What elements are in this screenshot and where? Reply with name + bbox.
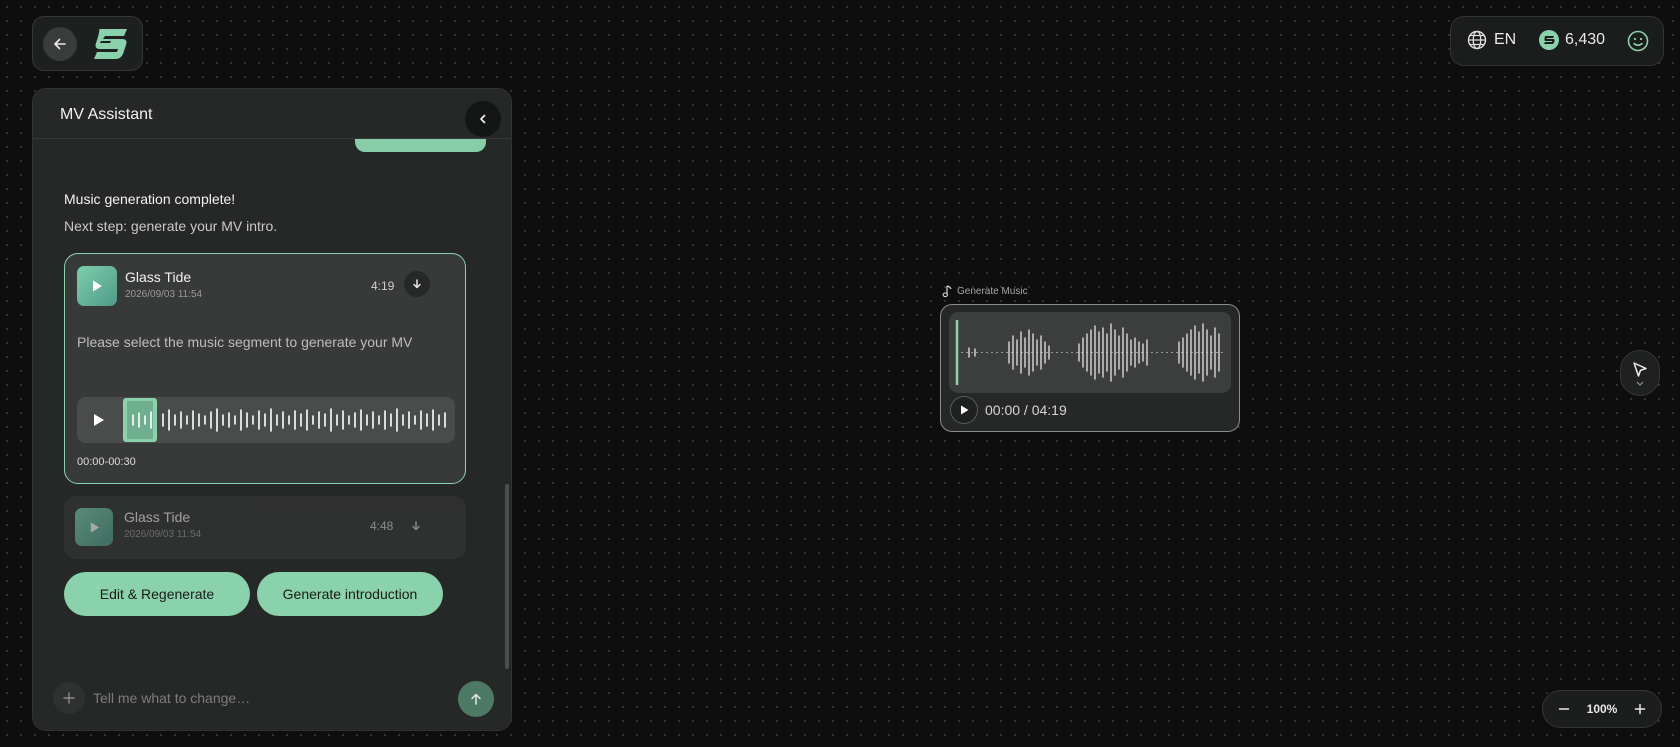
chat-input-row [33, 669, 511, 730]
generate-introduction-button[interactable]: Generate introduction [257, 572, 443, 616]
minus-icon [1558, 708, 1570, 710]
segment-range-label: 00:00-00:30 [77, 456, 136, 468]
play-icon [961, 405, 969, 415]
segment-select-hint: Please select the music segment to gener… [77, 334, 413, 350]
user-message-bubble [355, 139, 486, 152]
chat-input[interactable] [93, 681, 423, 715]
panel-scrollbar[interactable] [505, 484, 509, 669]
arrow-up-icon [471, 693, 481, 705]
music-note-icon [942, 285, 952, 298]
download-button[interactable] [404, 271, 430, 297]
mv-assistant-panel: MV Assistant Music generation complete! … [32, 88, 512, 731]
select-tool-button[interactable] [1620, 350, 1660, 396]
chevron-down-icon [1636, 381, 1644, 386]
chevron-left-icon [480, 114, 486, 124]
download-button[interactable] [403, 513, 429, 539]
track-duration: 4:19 [371, 279, 395, 293]
download-icon [413, 279, 421, 289]
track-card[interactable]: Glass Tide 2026/09/03 11:54 4:48 [64, 496, 466, 559]
play-icon [93, 280, 102, 292]
plus-icon [63, 692, 75, 704]
globe-icon [1467, 30, 1487, 50]
zoom-in-button[interactable] [1631, 700, 1649, 718]
edit-regenerate-button[interactable]: Edit & Regenerate [64, 572, 250, 616]
track-duration: 4:48 [370, 519, 394, 533]
arrow-left-icon [54, 38, 66, 50]
waveform-graphic [123, 398, 446, 442]
collapse-panel-button[interactable] [465, 101, 501, 137]
attach-button[interactable] [53, 682, 85, 714]
coin-icon [1539, 30, 1559, 50]
node-waveform-graphic [955, 320, 1225, 385]
assistant-message-body: Next step: generate your MV intro. [64, 218, 278, 234]
zoom-control: 100% [1542, 690, 1662, 728]
generate-music-node[interactable]: 00:00 / 04:19 [940, 304, 1240, 432]
segment-waveform[interactable] [77, 397, 455, 443]
profile-smile-icon[interactable] [1627, 30, 1649, 52]
panel-header: MV Assistant [33, 89, 511, 139]
send-button[interactable] [458, 681, 494, 717]
track-play-button[interactable] [77, 266, 117, 306]
cursor-arrow-icon [1633, 361, 1647, 377]
download-icon [412, 521, 420, 531]
top-right-toolbar: EN 6,430 [1450, 16, 1664, 66]
node-time-display: 00:00 / 04:19 [985, 402, 1067, 418]
top-left-toolbar [32, 16, 143, 71]
node-waveform[interactable] [949, 312, 1231, 393]
plus-icon [1634, 703, 1646, 715]
track-date: 2026/09/03 11:54 [125, 289, 203, 300]
track-date: 2026/09/03 11:54 [124, 529, 202, 540]
app-logo[interactable] [91, 27, 131, 61]
panel-title: MV Assistant [60, 106, 153, 123]
zoom-level: 100% [1586, 702, 1618, 716]
zoom-out-button[interactable] [1555, 700, 1573, 718]
assistant-message-title: Music generation complete! [64, 191, 236, 207]
track-title: Glass Tide [124, 509, 191, 525]
language-label: EN [1494, 31, 1517, 48]
language-selector[interactable]: EN [1467, 30, 1516, 50]
track-play-button[interactable] [75, 508, 113, 546]
track-title: Glass Tide [125, 269, 192, 285]
node-play-button[interactable] [950, 396, 978, 424]
node-label: Generate Music [942, 285, 1028, 298]
credits-display: 6,430 [1539, 30, 1605, 50]
node-label-text: Generate Music [957, 286, 1028, 297]
track-card-selected[interactable]: Glass Tide 2026/09/03 11:54 4:19 Please … [64, 253, 466, 484]
back-button[interactable] [43, 27, 77, 61]
play-icon [90, 521, 99, 533]
credits-value: 6,430 [1565, 31, 1606, 48]
